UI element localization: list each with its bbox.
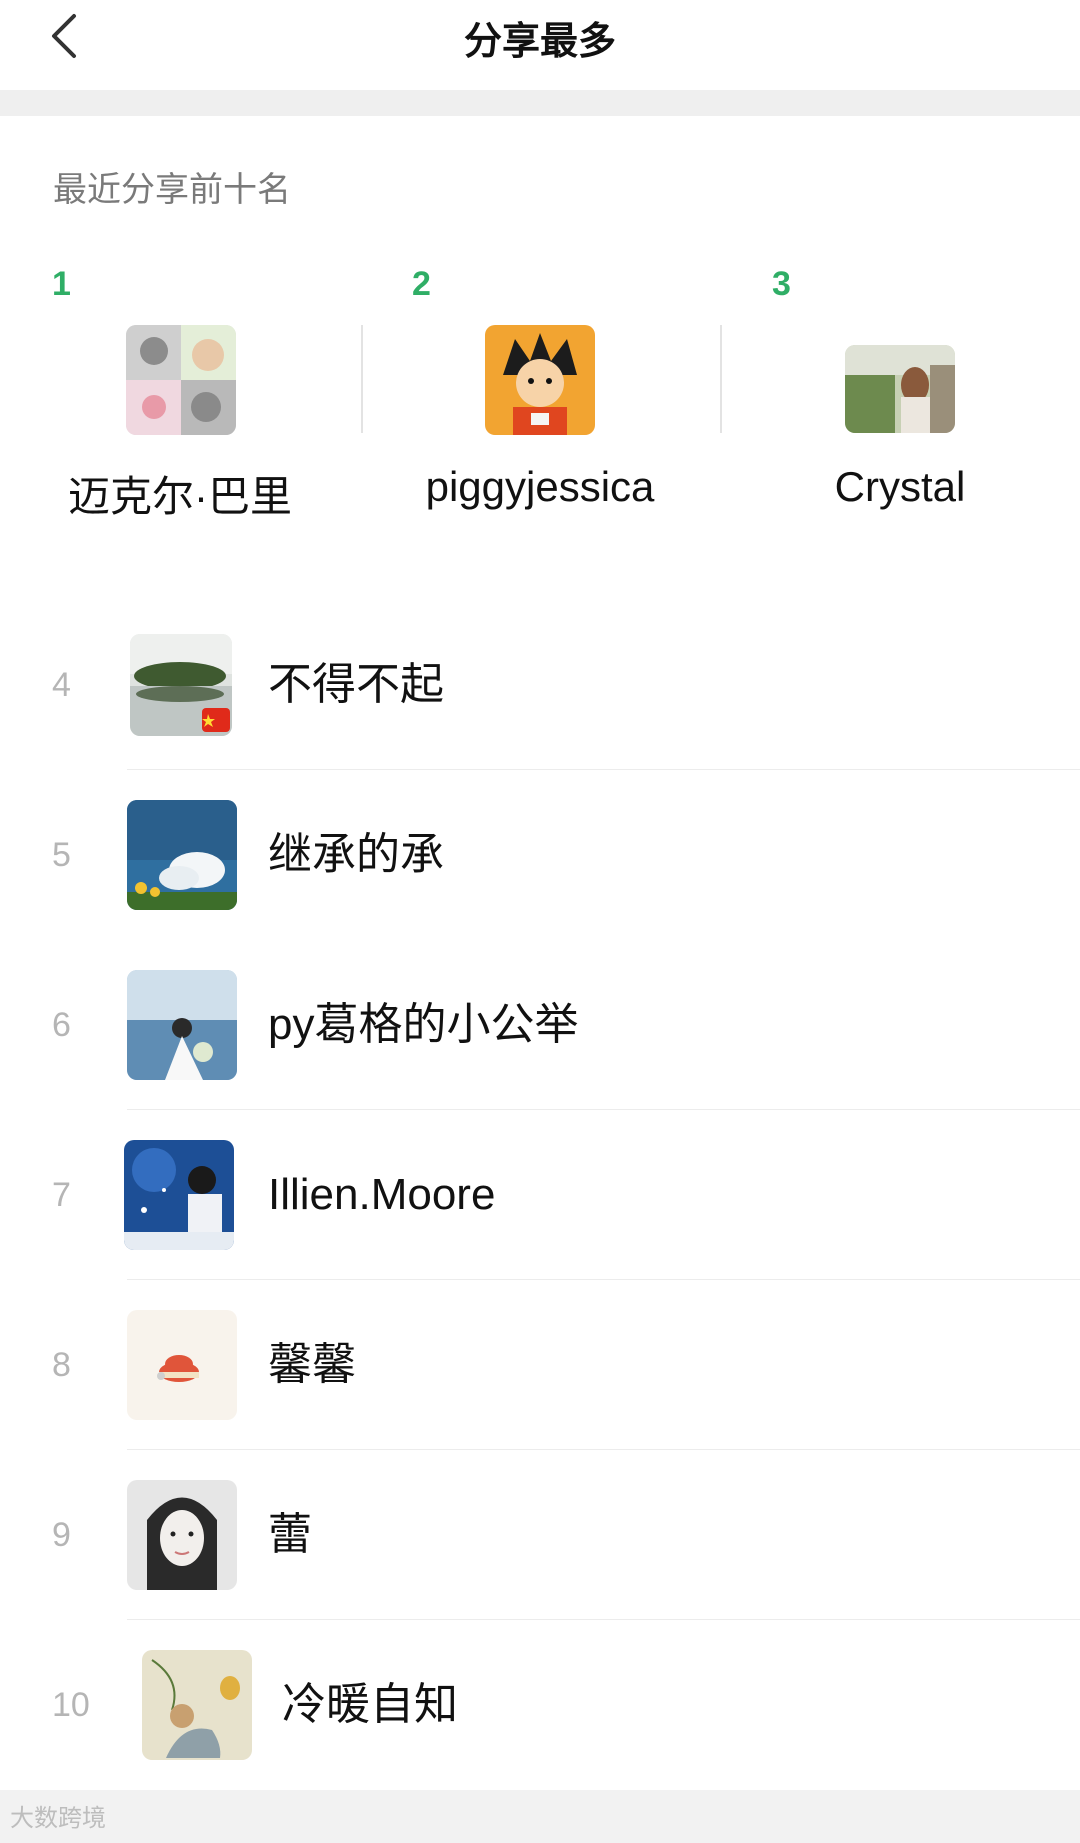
avatar (485, 325, 595, 435)
list-item[interactable]: 9 蕾 (0, 1450, 1080, 1620)
rank-number: 4 (52, 666, 71, 704)
user-name: Illien.Moore (268, 1170, 496, 1219)
avatar (126, 325, 236, 435)
user-name: 继承的承 (268, 830, 444, 879)
podium-item-1[interactable]: 1 迈克尔·巴里 (0, 265, 360, 525)
rank-number: 5 (52, 836, 71, 874)
podium-item-3[interactable]: 3 Crystal (720, 265, 1080, 525)
user-name: 迈克尔·巴里 (68, 473, 292, 520)
header-divider (0, 90, 1080, 116)
watermark: 大数跨境 (10, 1805, 106, 1832)
user-name: 冷暖自知 (282, 1680, 458, 1729)
rank-number: 2 (412, 265, 431, 303)
avatar (845, 345, 955, 433)
user-name: 馨馨 (268, 1340, 356, 1389)
avatar (124, 1140, 234, 1250)
list-item[interactable]: 4 不得不起 (0, 600, 1080, 770)
avatar (142, 1650, 252, 1760)
rank-number: 3 (772, 265, 791, 303)
list-item[interactable]: 6 py葛格的小公举 (0, 940, 1080, 1110)
list-item[interactable]: 8 馨馨 (0, 1280, 1080, 1450)
rank-number: 7 (52, 1176, 71, 1214)
rank-number: 6 (52, 1006, 71, 1044)
rank-number: 1 (52, 265, 71, 303)
avatar (127, 1310, 237, 1420)
list-item[interactable]: 7 Illien.Moore (0, 1110, 1080, 1280)
user-name: 蕾 (268, 1510, 312, 1559)
ranking-list: 4 不得不起 5 继承的承 6 py葛格的小公举 7 Illien.Moore … (0, 600, 1080, 1790)
page-title: 分享最多 (463, 21, 616, 63)
podium-item-2[interactable]: 2 piggyjessica (360, 265, 720, 525)
footer-bar: 大数跨境 (0, 1790, 1080, 1843)
user-name: py葛格的小公举 (268, 1000, 579, 1049)
rank-number: 8 (52, 1346, 71, 1384)
avatar (127, 970, 237, 1080)
list-item[interactable]: 10 冷暖自知 (0, 1620, 1080, 1790)
user-name: 不得不起 (268, 660, 444, 709)
avatar (130, 634, 232, 736)
user-name: piggyjessica (425, 463, 655, 510)
rank-number: 9 (52, 1516, 71, 1554)
avatar (127, 1480, 237, 1590)
rank-number: 10 (52, 1686, 90, 1724)
user-name: Crystal (834, 463, 966, 510)
section-label: 最近分享前十名 (53, 171, 291, 209)
top-three: 1 迈克尔·巴里 2 piggyjessica 3 Crystal (0, 265, 1080, 525)
list-item[interactable]: 5 继承的承 (0, 770, 1080, 940)
nav-bar: 分享最多 (0, 0, 1080, 90)
avatar (127, 800, 237, 910)
